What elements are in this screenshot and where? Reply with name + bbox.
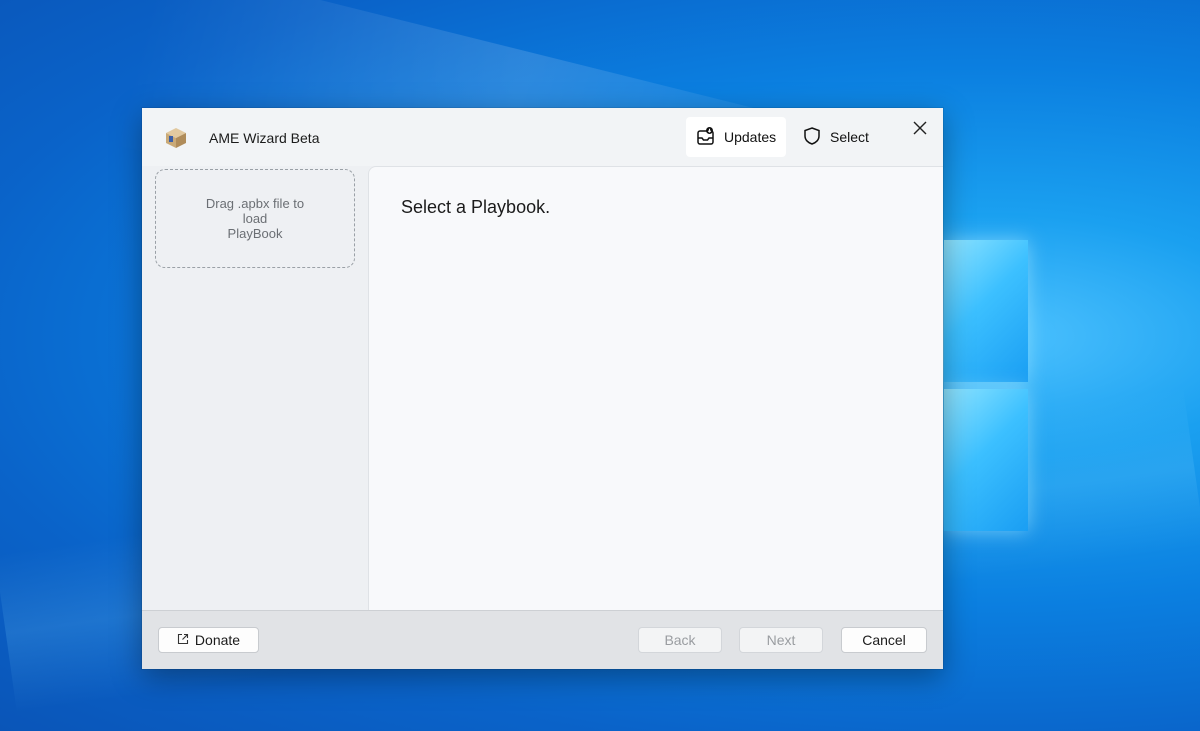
cancel-button[interactable]: Cancel <box>841 627 927 653</box>
windows-logo <box>944 240 1030 532</box>
close-icon <box>913 121 927 140</box>
footer-bar: Donate Back Next Cancel <box>142 610 943 669</box>
desktop-background: AME Wizard Beta Updates Select Drag .apb… <box>0 0 1200 731</box>
shield-icon <box>802 126 822 149</box>
updates-button[interactable]: Updates <box>686 117 786 157</box>
close-button[interactable] <box>906 116 934 144</box>
main-content: Select a Playbook. <box>368 166 943 610</box>
inbox-download-icon <box>696 126 716 149</box>
playbook-dropzone[interactable]: Drag .apbx file to load PlayBook <box>155 169 355 268</box>
select-button[interactable]: Select <box>792 117 892 157</box>
title-bar[interactable]: AME Wizard Beta Updates Select <box>142 108 943 166</box>
next-button[interactable]: Next <box>739 627 823 653</box>
ame-wizard-window: AME Wizard Beta Updates Select Drag .apb… <box>142 108 943 669</box>
donate-label: Donate <box>194 632 241 648</box>
dropzone-text: Drag .apbx file to load PlayBook <box>205 196 305 241</box>
sidebar: Drag .apbx file to load PlayBook <box>142 166 368 610</box>
package-box-icon <box>164 126 188 150</box>
donate-button[interactable]: Donate <box>158 627 259 653</box>
select-label: Select <box>830 129 869 145</box>
page-title: Select a Playbook. <box>401 197 551 217</box>
updates-label: Updates <box>724 129 777 145</box>
back-button[interactable]: Back <box>638 627 722 653</box>
external-link-icon <box>177 632 189 648</box>
windows-logo-pane-top <box>944 240 1028 382</box>
windows-logo-pane-bottom <box>944 389 1028 531</box>
app-title: AME Wizard Beta <box>209 130 320 146</box>
